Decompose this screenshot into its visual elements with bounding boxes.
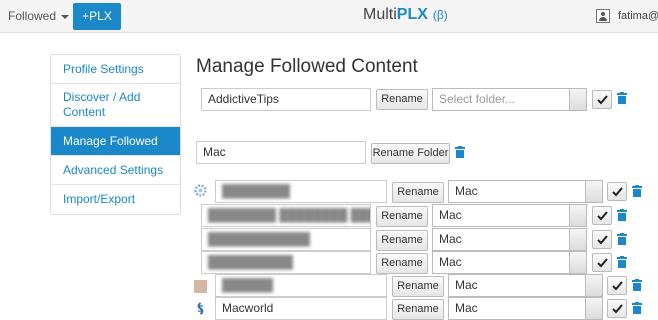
brand-beta: (β)	[432, 8, 448, 22]
checkmark-icon	[597, 235, 608, 245]
trash-icon[interactable]	[617, 209, 627, 221]
folder-select-placeholder: Select folder...	[439, 92, 516, 106]
trash-icon[interactable]	[632, 185, 642, 197]
settings-sidebar: Profile Settings Discover / Add Content …	[50, 54, 181, 215]
confirm-button[interactable]	[607, 182, 627, 201]
rename-button[interactable]: Rename	[392, 299, 444, 320]
checkmark-icon	[612, 304, 623, 314]
select-arrow-icon	[569, 89, 586, 110]
select-arrow-icon	[585, 181, 602, 202]
chevron-down-icon	[61, 14, 70, 19]
rename-button[interactable]: Rename	[392, 182, 444, 203]
folder-select-value: Mac	[439, 255, 462, 269]
folder-select[interactable]: Mac	[432, 204, 587, 227]
checkmark-icon	[597, 95, 608, 105]
followed-label: Followed	[8, 9, 57, 23]
select-arrow-icon	[569, 229, 586, 250]
feed-name-input[interactable]: ██████████	[201, 251, 371, 274]
folder-select[interactable]: Mac	[448, 274, 603, 297]
confirm-button[interactable]	[592, 230, 612, 249]
rename-button[interactable]: Rename	[392, 276, 444, 297]
trash-icon[interactable]	[455, 146, 465, 158]
feed-name-input[interactable]: ██████	[215, 274, 387, 297]
rename-button[interactable]: Rename	[376, 89, 428, 110]
checkmark-icon	[597, 258, 608, 268]
trash-icon[interactable]	[617, 256, 627, 268]
confirm-button[interactable]	[607, 276, 627, 295]
folder-select-value: Mac	[439, 232, 462, 246]
folder-select[interactable]: Mac	[448, 180, 603, 203]
feed-name-input[interactable]: ████████	[215, 180, 387, 203]
trash-icon[interactable]	[632, 302, 642, 314]
folder-name-input[interactable]: Mac	[196, 141, 366, 164]
folder-select[interactable]: Mac	[432, 251, 587, 274]
select-arrow-icon	[585, 275, 602, 296]
sidebar-item-profile-settings[interactable]: Profile Settings	[51, 55, 180, 84]
checkmark-icon	[612, 187, 623, 197]
rename-folder-button[interactable]: Rename Folder	[371, 143, 450, 164]
trash-icon[interactable]	[632, 279, 642, 291]
trash-icon[interactable]	[617, 233, 627, 245]
add-plx-button[interactable]: +PLX	[73, 3, 121, 30]
feed-name-input[interactable]: ████████████	[201, 228, 371, 251]
feed-name-input[interactable]: AddictiveTips	[201, 88, 371, 111]
confirm-button[interactable]	[592, 206, 612, 225]
macworld-favicon-icon	[197, 302, 204, 315]
page-title: Manage Followed Content	[196, 56, 418, 77]
trash-icon[interactable]	[617, 92, 627, 104]
rename-button[interactable]: Rename	[376, 206, 428, 227]
folder-select-value: Mac	[439, 208, 462, 222]
confirm-button[interactable]	[592, 253, 612, 272]
folder-select-value: Mac	[455, 184, 478, 198]
user-name[interactable]: fatima@	[618, 10, 658, 22]
checkmark-icon	[612, 281, 623, 291]
sidebar-item-discover-add-content[interactable]: Discover / Add Content	[51, 84, 180, 127]
folder-select-value: Mac	[455, 301, 478, 315]
feed-name-text: ██████	[222, 278, 274, 292]
folder-select-value: Mac	[455, 278, 478, 292]
top-bar: Followed +PLX MultiPLX (β) fatima@	[0, 0, 658, 33]
user-icon[interactable]	[596, 9, 610, 23]
feed-name-text: ████████ ████████ ███████ ███	[208, 208, 370, 222]
brand-logo[interactable]: MultiPLX (β)	[363, 6, 448, 24]
confirm-button[interactable]	[607, 299, 627, 318]
feed-favicon-icon	[194, 280, 207, 293]
gear-feed-icon	[194, 184, 207, 197]
folder-select[interactable]: Mac	[432, 228, 587, 251]
brand-multi: Multi	[363, 6, 397, 23]
select-arrow-icon	[569, 205, 586, 226]
feed-name-text: ████████████	[208, 232, 311, 246]
feed-name-text: ████████	[222, 184, 291, 198]
brand-plx: PLX	[396, 6, 428, 23]
sidebar-item-manage-followed[interactable]: Manage Followed	[51, 127, 180, 156]
folder-select[interactable]: Mac	[448, 297, 603, 320]
feed-name-input[interactable]: ████████ ████████ ███████ ███	[201, 204, 371, 227]
rename-button[interactable]: Rename	[376, 230, 428, 251]
confirm-button[interactable]	[592, 90, 612, 109]
feed-name-input[interactable]: Macworld	[215, 297, 387, 320]
checkmark-icon	[597, 211, 608, 221]
feed-name-text: ██████████	[208, 255, 294, 269]
sidebar-item-advanced-settings[interactable]: Advanced Settings	[51, 156, 180, 185]
followed-dropdown[interactable]: Followed	[8, 9, 70, 23]
folder-select[interactable]: Select folder...	[432, 88, 587, 111]
rename-button[interactable]: Rename	[376, 253, 428, 274]
sidebar-item-import-export[interactable]: Import/Export	[51, 185, 180, 214]
select-arrow-icon	[569, 252, 586, 273]
select-arrow-icon	[585, 298, 602, 319]
